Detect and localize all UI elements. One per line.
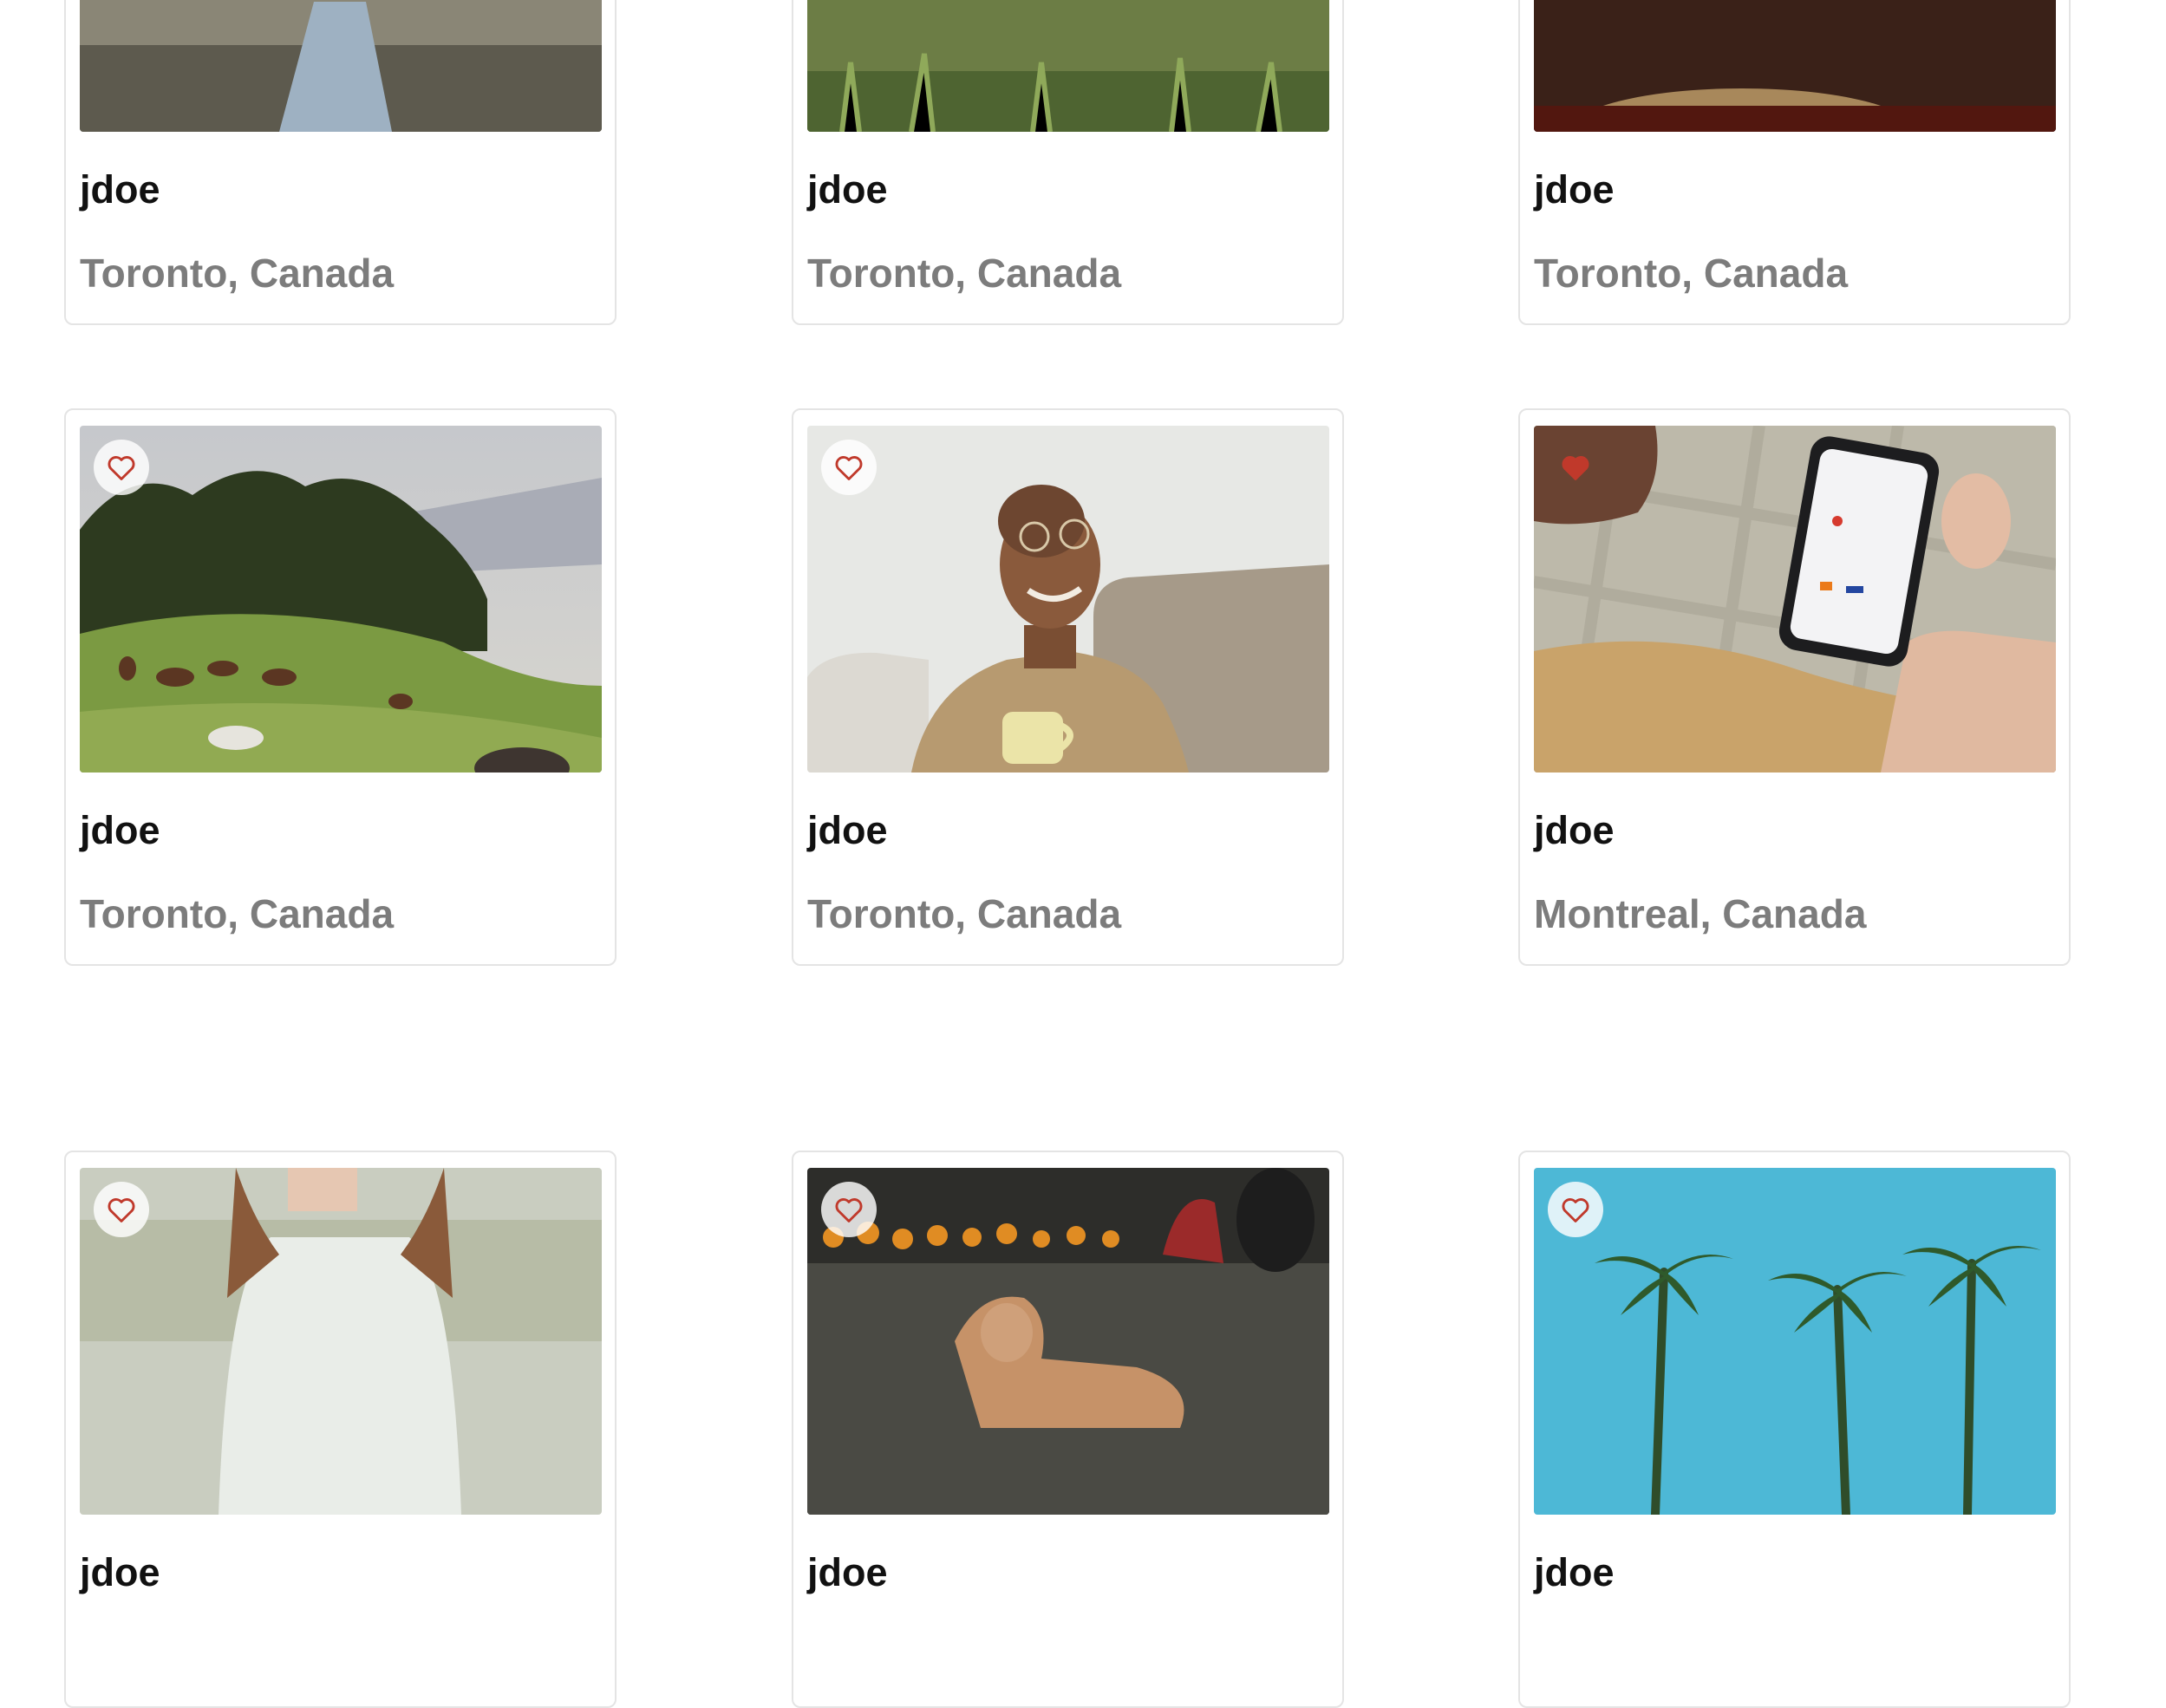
listing-photo[interactable] — [80, 426, 602, 773]
listing-card[interactable]: jdoe Toronto, Canada — [64, 408, 617, 966]
listing-username: jdoe — [1534, 808, 1615, 852]
favorite-button[interactable] — [94, 1182, 149, 1237]
listing-username: jdoe — [80, 167, 160, 212]
listing-card[interactable]: jdoe Toronto, Canada — [64, 0, 617, 325]
heart-outline-icon — [1562, 1198, 1589, 1222]
listing-photo[interactable] — [807, 426, 1329, 773]
listing-location: Toronto, Canada — [807, 891, 1122, 936]
listing-card[interactable]: jdoe — [64, 1151, 617, 1708]
heart-outline-icon — [835, 1198, 863, 1222]
favorite-button[interactable] — [1548, 1182, 1603, 1237]
listing-username: jdoe — [1534, 1550, 1615, 1594]
listing-photo[interactable] — [1534, 1168, 2056, 1515]
listing-card[interactable]: jdoe Montreal, Canada — [1518, 408, 2071, 966]
listing-location: Toronto, Canada — [807, 251, 1122, 296]
listing-card[interactable]: jdoe — [1518, 1151, 2071, 1708]
favorite-button[interactable] — [821, 1182, 877, 1237]
listing-username: jdoe — [1534, 167, 1615, 212]
listing-username: jdoe — [80, 808, 160, 852]
heart-outline-icon — [108, 1198, 135, 1222]
listing-photo[interactable] — [807, 1168, 1329, 1515]
listing-username: jdoe — [807, 1550, 888, 1594]
listing-location: Montreal, Canada — [1534, 891, 1867, 936]
heart-filled-icon — [1562, 456, 1589, 480]
listing-photo[interactable] — [1534, 0, 2056, 132]
listing-grid: jdoe Toronto, Canada jdoe Toronto, Canad… — [0, 0, 2166, 1708]
listing-location: Toronto, Canada — [80, 891, 395, 936]
listing-photo[interactable] — [807, 0, 1329, 132]
favorite-button[interactable] — [821, 440, 877, 495]
heart-outline-icon — [108, 456, 135, 480]
listing-location: Toronto, Canada — [1534, 251, 1849, 296]
listing-username: jdoe — [80, 1550, 160, 1594]
listing-card[interactable]: jdoe Toronto, Canada — [1518, 0, 2071, 325]
listing-photo[interactable] — [80, 0, 602, 132]
listing-photo[interactable] — [80, 1168, 602, 1515]
listing-username: jdoe — [807, 167, 888, 212]
listing-card[interactable]: jdoe Toronto, Canada — [792, 0, 1344, 325]
listing-photo[interactable] — [1534, 426, 2056, 773]
listing-username: jdoe — [807, 808, 888, 852]
favorite-button[interactable] — [1548, 440, 1603, 495]
favorite-button[interactable] — [94, 440, 149, 495]
listing-card[interactable]: jdoe — [792, 1151, 1344, 1708]
listing-card[interactable]: jdoe Toronto, Canada — [792, 408, 1344, 966]
listing-location: Toronto, Canada — [80, 251, 395, 296]
heart-outline-icon — [835, 456, 863, 480]
